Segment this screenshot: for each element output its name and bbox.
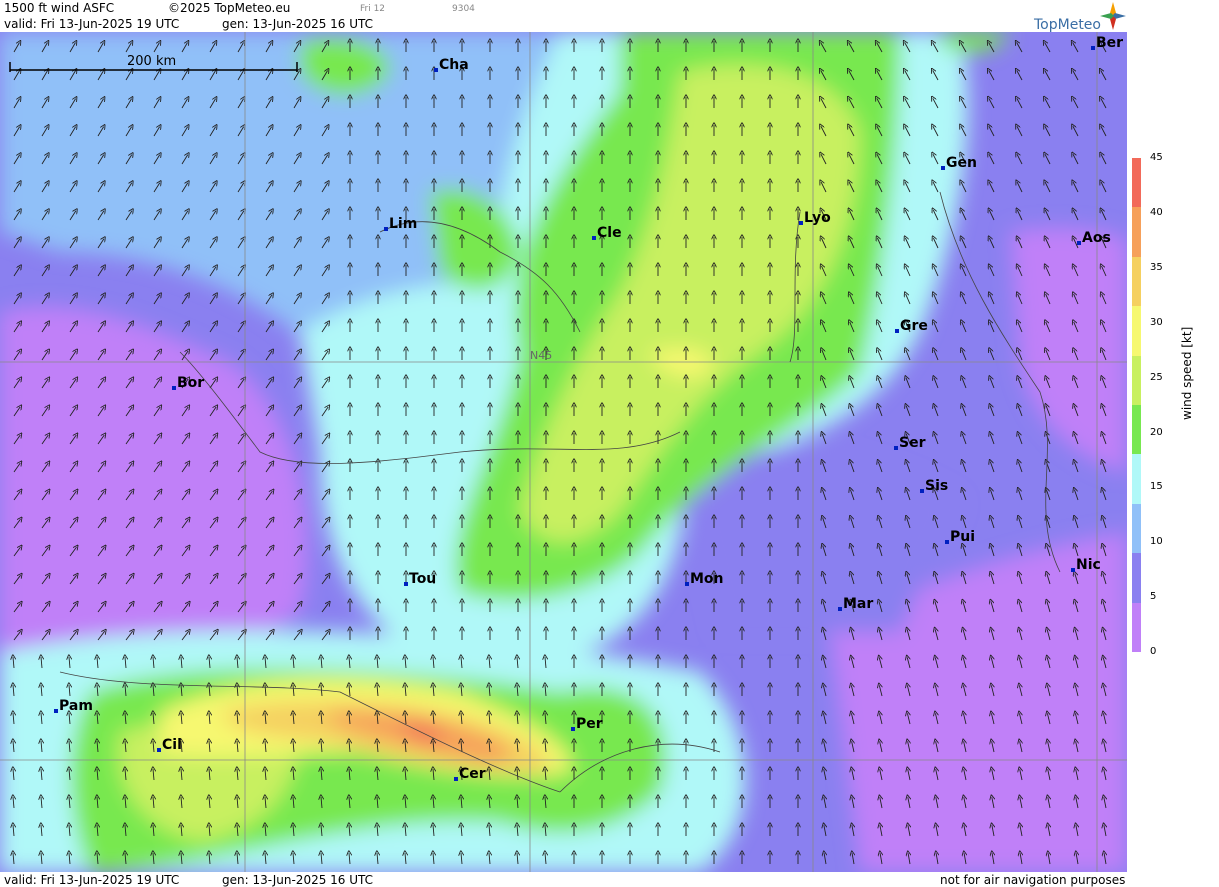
city-label: Gre (900, 318, 928, 334)
city-marker (945, 540, 949, 544)
city-label: Gen (946, 155, 977, 171)
city-label: Ber (1096, 35, 1123, 51)
legend-tick: 0 (1150, 646, 1157, 658)
legend-swatch (1132, 306, 1141, 356)
city-label: Tou (409, 571, 436, 587)
city-label: Per (576, 716, 603, 732)
city-marker (1077, 241, 1081, 245)
city-label: Bor (177, 375, 204, 391)
legend-swatch (1132, 158, 1141, 208)
city-label: Mon (690, 571, 724, 587)
legend-swatch (1132, 355, 1141, 405)
city-label: Lim (389, 216, 417, 232)
valid-time: valid: Fri 13-Jun-2025 19 UTC (4, 17, 180, 31)
city-marker (838, 607, 842, 611)
compass-star-icon (1100, 2, 1126, 30)
product-title: 1500 ft wind ASFC (4, 1, 115, 15)
city-label: Cil (162, 737, 182, 753)
disclaimer: not for air navigation purposes (940, 873, 1126, 887)
city-marker (685, 582, 689, 586)
city-marker (920, 489, 924, 493)
legend-tick: 35 (1150, 261, 1163, 273)
city-marker (894, 446, 898, 450)
topmeteo-logo: TopMeteo (1034, 17, 1101, 33)
wind-map: N45 200 km Cha Ber Gen Lim Cle Lyo Aos Gre Bor Se… (0, 32, 1127, 872)
legend-swatch (1132, 207, 1141, 257)
legend-tick: 10 (1150, 536, 1163, 548)
copyright-text: ©2025 TopMeteo.eu (168, 1, 291, 15)
city-label: Nic (1076, 557, 1101, 573)
run-code: 9304 (452, 4, 475, 14)
city-label: Lyo (804, 210, 831, 226)
legend-tick: 15 (1150, 481, 1163, 493)
city-marker (54, 709, 58, 713)
legend-tick: 40 (1150, 206, 1163, 218)
city-label: Ser (899, 435, 926, 451)
city-marker (571, 727, 575, 731)
gen-time: gen: 13-Jun-2025 16 UTC (222, 17, 374, 31)
city-marker (434, 68, 438, 72)
legend-swatch (1132, 405, 1141, 455)
legend-panel: wind speed [kt] (1128, 0, 1219, 887)
latitude-label: N45 (530, 349, 552, 362)
legend-swatch (1132, 602, 1141, 652)
city-label: Sis (925, 478, 948, 494)
city-label: Aos (1082, 230, 1111, 246)
city-marker (404, 582, 408, 586)
city-label: Cha (439, 57, 469, 73)
legend-swatch (1132, 503, 1141, 554)
city-marker (1071, 568, 1075, 572)
footer-valid: valid: Fri 13-Jun-2025 19 UTC (4, 873, 180, 887)
city-label: Cer (459, 766, 486, 782)
city-label: Cle (597, 225, 622, 241)
city-marker (1091, 46, 1095, 50)
city-marker (941, 166, 945, 170)
city-marker (384, 227, 388, 231)
legend-tick: 30 (1150, 316, 1163, 328)
legend-tick: 45 (1150, 152, 1163, 163)
city-marker (592, 236, 596, 240)
legend-color-bar (1132, 158, 1141, 652)
day-tag: Fri 12 (360, 4, 386, 14)
city-label: Mar (843, 596, 873, 612)
legend-tick: 25 (1150, 371, 1163, 383)
city-label: Pam (59, 698, 93, 714)
scale-label: 200 km (127, 54, 176, 69)
legend-tick: 5 (1150, 591, 1157, 603)
city-label: Pui (950, 529, 975, 545)
city-marker (157, 748, 161, 752)
footer-gen: gen: 13-Jun-2025 16 UTC (222, 873, 374, 887)
legend-swatch (1132, 454, 1141, 504)
legend-swatch (1132, 256, 1141, 307)
city-marker (799, 221, 803, 225)
city-marker (454, 777, 458, 781)
legend-swatch (1132, 553, 1141, 603)
city-marker (172, 386, 176, 390)
legend-tick: 20 (1150, 426, 1163, 438)
city-marker (895, 329, 899, 333)
legend-title: wind speed [kt] (1180, 326, 1194, 420)
